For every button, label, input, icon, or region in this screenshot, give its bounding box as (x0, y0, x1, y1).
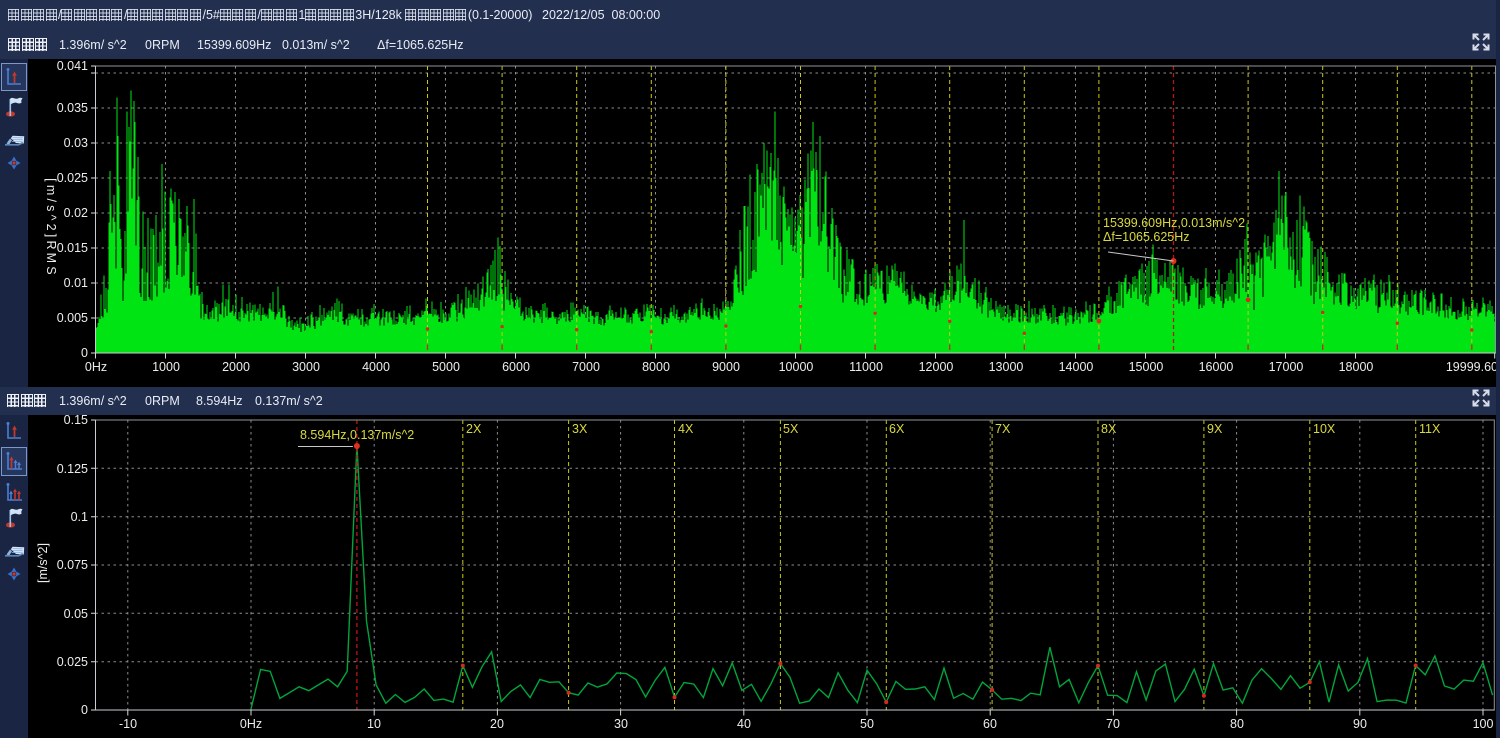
svg-text:0.03: 0.03 (64, 136, 88, 150)
svg-text:[m/s^2]RMS: [m/s^2]RMS (44, 178, 58, 278)
svg-text:8000: 8000 (642, 360, 670, 374)
svg-text:2X: 2X (466, 422, 482, 436)
svg-text:2000: 2000 (222, 360, 250, 374)
svg-text:0.1: 0.1 (71, 510, 88, 524)
svg-text:20: 20 (490, 717, 504, 731)
svg-text:18000: 18000 (1339, 360, 1374, 374)
svg-text:6X: 6X (889, 422, 905, 436)
svg-text:15399.609Hz,0.013m/s^2: 15399.609Hz,0.013m/s^2 (1103, 216, 1245, 230)
svg-text:50: 50 (860, 717, 874, 731)
svg-text:11000: 11000 (849, 360, 883, 374)
svg-text:0.02: 0.02 (64, 206, 88, 220)
svg-text:0.125: 0.125 (57, 462, 88, 476)
svg-text:0.05: 0.05 (64, 607, 88, 621)
svg-text:70: 70 (1106, 717, 1120, 731)
svg-text:3000: 3000 (292, 360, 320, 374)
svg-text:16000: 16000 (1199, 360, 1234, 374)
svg-text:14000: 14000 (1059, 360, 1094, 374)
svg-text:10000: 10000 (779, 360, 814, 374)
svg-text:10X: 10X (1313, 422, 1336, 436)
svg-text:19999.60: 19999.60 (1446, 360, 1498, 374)
svg-text:4000: 4000 (362, 360, 390, 374)
svg-text:9X: 9X (1207, 422, 1223, 436)
svg-text:30: 30 (614, 717, 628, 731)
svg-text:0.025: 0.025 (57, 655, 88, 669)
svg-text:0.041: 0.041 (57, 59, 88, 73)
svg-text:40: 40 (737, 717, 751, 731)
svg-text:0.025: 0.025 (57, 171, 88, 185)
svg-text:4X: 4X (678, 422, 694, 436)
svg-text:-10: -10 (119, 717, 137, 731)
svg-text:0: 0 (81, 346, 88, 360)
svg-text:0Hz: 0Hz (85, 360, 107, 374)
svg-text:7X: 7X (995, 422, 1011, 436)
svg-text:5000: 5000 (432, 360, 460, 374)
svg-text:11X: 11X (1419, 422, 1441, 436)
svg-text:0.01: 0.01 (64, 276, 88, 290)
svg-text:8X: 8X (1101, 422, 1117, 436)
svg-text:0Hz: 0Hz (240, 717, 262, 731)
svg-text:Δf=1065.625Hz: Δf=1065.625Hz (1103, 230, 1190, 244)
svg-text:3X: 3X (572, 422, 588, 436)
svg-text:10: 10 (367, 717, 381, 731)
svg-text:90: 90 (1353, 717, 1367, 731)
svg-text:80: 80 (1230, 717, 1244, 731)
svg-text:5X: 5X (783, 422, 799, 436)
svg-text:0.075: 0.075 (57, 558, 88, 572)
svg-text:7000: 7000 (572, 360, 600, 374)
svg-text:0.005: 0.005 (57, 311, 88, 325)
svg-text:0.15: 0.15 (64, 415, 88, 427)
svg-text:8.594Hz,0.137m/s^2: 8.594Hz,0.137m/s^2 (300, 428, 414, 442)
svg-text:60: 60 (983, 717, 997, 731)
svg-text:0.035: 0.035 (57, 101, 88, 115)
svg-text:12000: 12000 (919, 360, 954, 374)
svg-text:100: 100 (1473, 717, 1494, 731)
svg-text:15000: 15000 (1129, 360, 1164, 374)
svg-text:0: 0 (81, 703, 88, 717)
svg-text:9000: 9000 (712, 360, 740, 374)
svg-text:[m/s^2]: [m/s^2] (36, 543, 50, 583)
svg-text:13000: 13000 (989, 360, 1024, 374)
svg-text:1000: 1000 (152, 360, 180, 374)
svg-text:17000: 17000 (1269, 360, 1304, 374)
svg-text:0.015: 0.015 (57, 241, 88, 255)
svg-text:6000: 6000 (502, 360, 530, 374)
